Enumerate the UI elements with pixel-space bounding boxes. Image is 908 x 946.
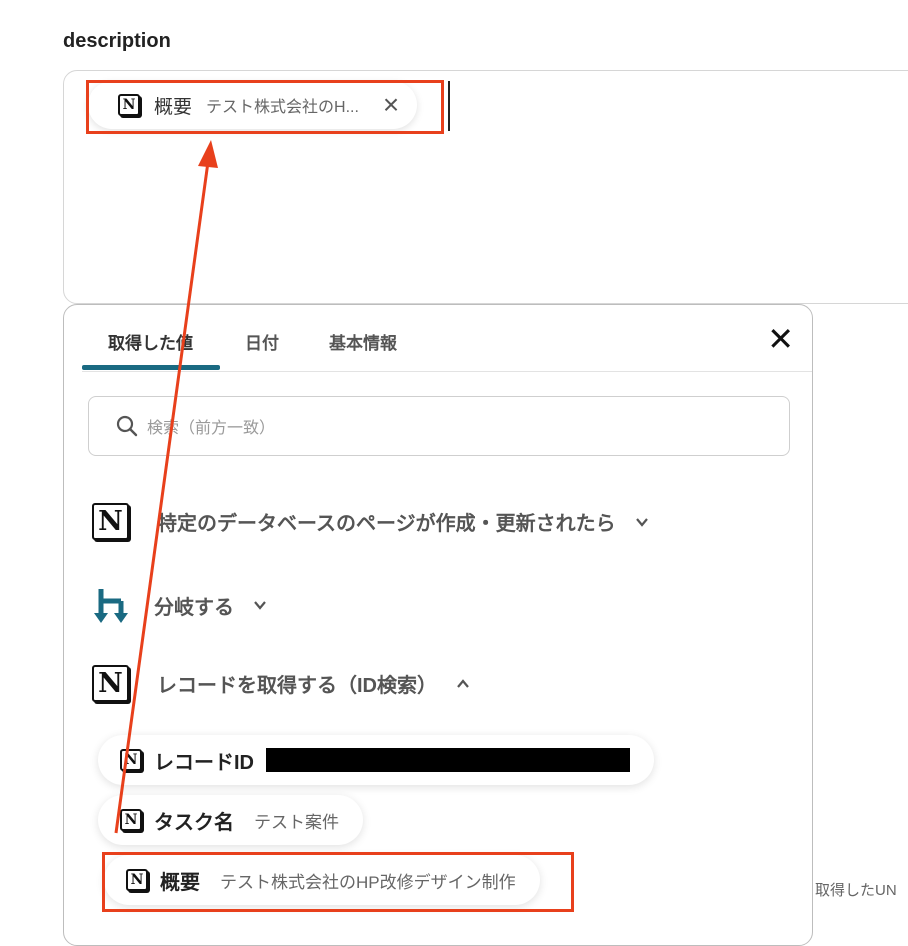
chip-label: レコードID [154,751,254,774]
highlight-box-summary [102,852,574,912]
tab-bar: 取得した値 日付 基本情報 [82,305,812,372]
record-chip-task-name[interactable]: N タスク名 テスト案件 [98,795,363,845]
step-trigger[interactable]: N 特定のデータベースのページが作成・更新されたら [92,503,650,540]
redacted-value [266,748,630,772]
chip-value: テスト案件 [254,812,339,832]
highlight-box-token [86,80,444,134]
step-label: レコードを取得する（ID検索） [157,675,437,697]
tab-basic-info[interactable]: 基本情報 [329,329,397,354]
value-picker-panel: 取得した値 日付 基本情報 ✕ 検索（前方一致） N 特定のデータベースのページ… [63,304,813,946]
field-label: description [63,30,171,52]
step-label: 特定のデータベースのページが作成・更新されたら [157,513,616,535]
step-get-record[interactable]: N レコードを取得する（ID検索） [92,665,471,702]
active-tab-indicator [82,365,220,370]
chip-label: タスク名 [154,811,234,834]
chevron-down-icon[interactable] [634,514,650,530]
step-branch[interactable]: 分岐する [92,585,268,625]
notion-icon: N [120,749,142,771]
text-cursor [448,81,450,131]
search-input[interactable]: 検索（前方一致） [88,396,790,456]
search-icon [116,415,138,437]
notion-icon: N [120,809,142,831]
step-label: 分岐する [154,596,234,619]
branch-icon [94,589,128,623]
notion-icon: N [92,503,129,540]
record-chip-id[interactable]: N レコードID [98,735,654,785]
search-placeholder: 検索（前方一致） [147,420,276,437]
tab-date[interactable]: 日付 [245,329,279,354]
side-text: 取得したUN [815,882,897,899]
tab-retrieved-values[interactable]: 取得した値 [108,329,193,354]
chevron-down-icon[interactable] [252,597,268,613]
notion-icon: N [92,665,129,702]
chevron-up-icon[interactable] [455,676,471,692]
close-icon[interactable]: ✕ [767,323,794,355]
